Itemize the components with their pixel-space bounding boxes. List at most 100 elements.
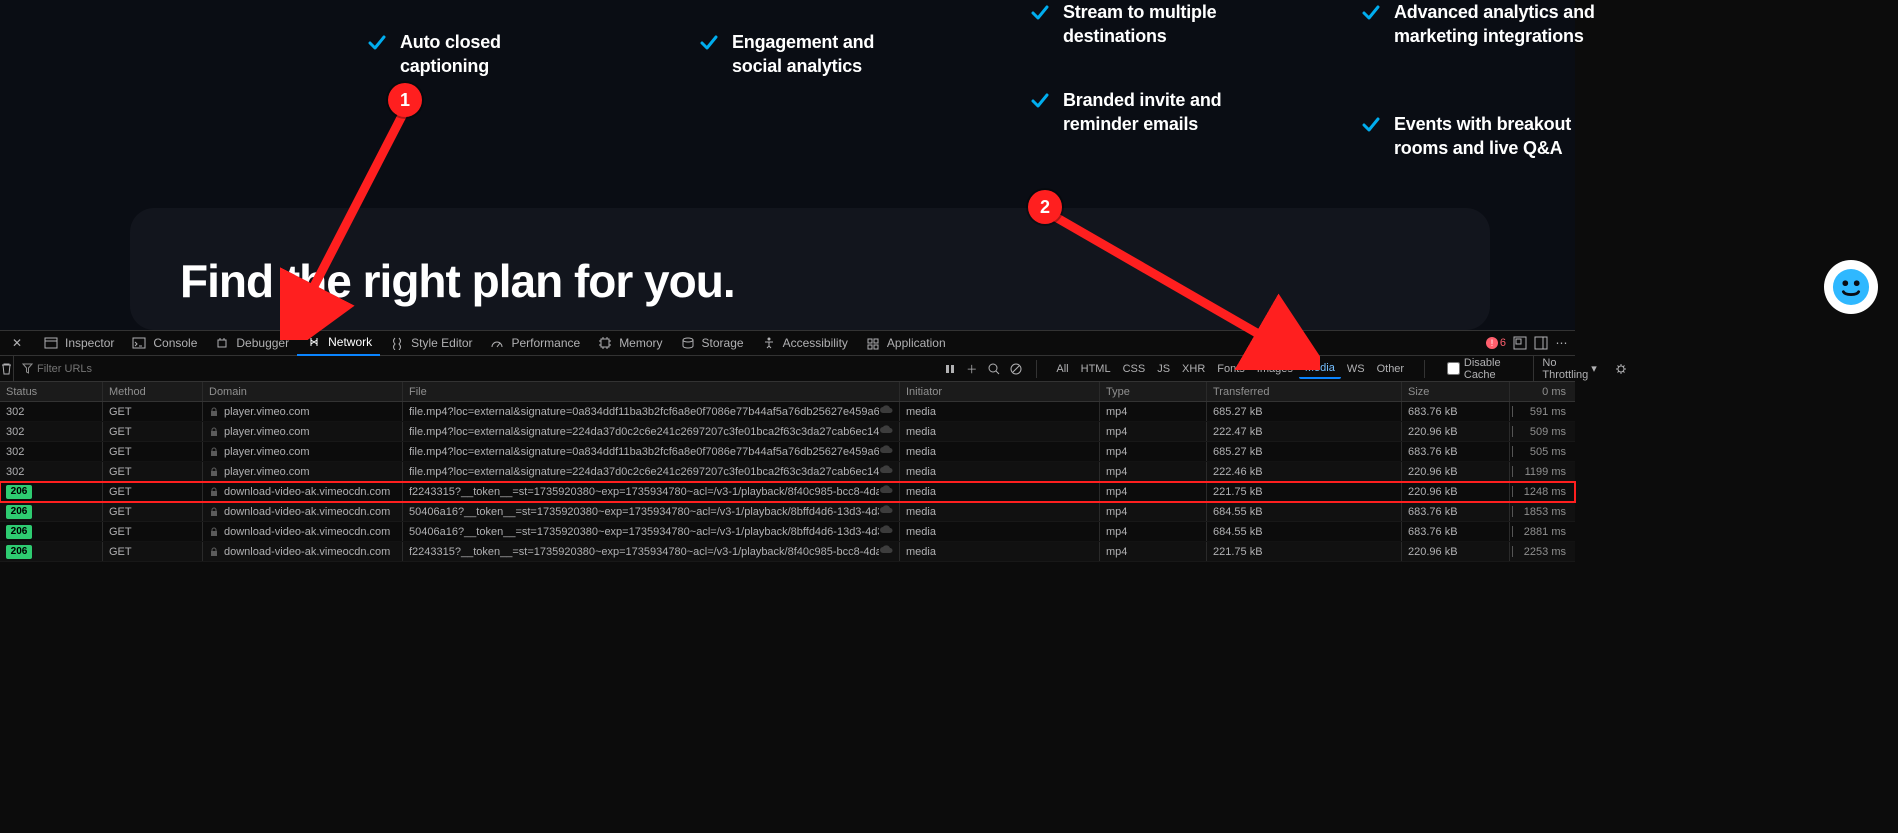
cloud-icon <box>879 405 893 415</box>
cell-method: GET <box>103 482 203 501</box>
performance-icon <box>488 336 506 350</box>
block-button[interactable] <box>1010 361 1022 376</box>
filter-type-fonts[interactable]: Fonts <box>1211 359 1251 379</box>
filter-type-all[interactable]: All <box>1050 359 1074 379</box>
panel-tab-label: Application <box>887 336 946 350</box>
panel-tab-storage[interactable]: Storage <box>671 330 752 356</box>
close-devtools-button[interactable]: ✕ <box>0 330 34 356</box>
panel-tab-style-editor[interactable]: Style Editor <box>380 330 480 356</box>
table-row[interactable]: 302GETplayer.vimeo.comfile.mp4?loc=exter… <box>0 462 1575 482</box>
search-button[interactable] <box>988 361 1000 376</box>
clear-requests-button[interactable] <box>0 356 14 382</box>
disable-cache-toggle[interactable]: Disable Cache <box>1439 357 1524 381</box>
har-settings-button[interactable] <box>1615 361 1627 376</box>
cell-method: GET <box>103 522 203 541</box>
filter-type-media[interactable]: Media <box>1299 359 1341 379</box>
panel-tab-memory[interactable]: Memory <box>588 330 670 356</box>
table-row[interactable]: 206GETdownload-video-ak.vimeocdn.com5040… <box>0 522 1575 542</box>
col-transferred[interactable]: Transferred <box>1207 382 1402 401</box>
network-icon <box>305 335 323 349</box>
col-time[interactable]: 0 ms <box>1510 382 1572 401</box>
cell-initiator: media <box>900 542 1100 561</box>
cell-initiator: media <box>900 462 1100 481</box>
cloud-icon <box>879 505 893 515</box>
panel-tab-performance[interactable]: Performance <box>480 330 588 356</box>
cell-size: 683.76 kB <box>1402 402 1510 421</box>
table-row[interactable]: 302GETplayer.vimeo.comfile.mp4?loc=exter… <box>0 442 1575 462</box>
col-type[interactable]: Type <box>1100 382 1207 401</box>
error-icon: ! <box>1486 337 1498 349</box>
col-file[interactable]: File <box>403 382 900 401</box>
panel-tab-label: Accessibility <box>783 336 848 350</box>
cell-initiator: media <box>900 482 1100 501</box>
network-table-header: Status Method Domain File Initiator Type… <box>0 382 1575 402</box>
perk-text: Engagement and social analytics <box>732 30 908 78</box>
disable-cache-checkbox[interactable] <box>1447 362 1460 375</box>
filter-type-other[interactable]: Other <box>1371 359 1411 379</box>
perk-item: Advanced analytics and marketing integra… <box>1360 0 1610 48</box>
avatar-icon <box>1832 268 1870 306</box>
table-row[interactable]: 302GETplayer.vimeo.comfile.mp4?loc=exter… <box>0 402 1575 422</box>
table-row[interactable]: 206GETdownload-video-ak.vimeocdn.com5040… <box>0 502 1575 522</box>
devtools-panel-tabs: ✕ InspectorConsoleDebuggerNetworkStyle E… <box>0 330 1575 356</box>
cell-time: 2253 ms <box>1510 542 1572 561</box>
filter-type-js[interactable]: JS <box>1151 359 1176 379</box>
perk-item: Auto closed captioning <box>366 30 556 78</box>
pause-button[interactable] <box>944 361 956 376</box>
cell-method: GET <box>103 422 203 441</box>
filter-urls-input[interactable] <box>37 363 237 375</box>
cell-time: 509 ms <box>1510 422 1572 441</box>
cell-time: 2881 ms <box>1510 522 1572 541</box>
col-size[interactable]: Size <box>1402 382 1510 401</box>
dock-side-button[interactable] <box>1533 336 1548 351</box>
cell-time: 1199 ms <box>1510 462 1572 481</box>
panel-tab-accessibility[interactable]: Accessibility <box>752 330 856 356</box>
panel-tab-inspector[interactable]: Inspector <box>34 330 122 356</box>
panel-tab-application[interactable]: Application <box>856 330 954 356</box>
cell-transferred: 222.47 kB <box>1207 422 1402 441</box>
hero-area: Auto closed captioning Engagement and soc… <box>0 0 1575 330</box>
filter-type-ws[interactable]: WS <box>1341 359 1371 379</box>
panel-tab-label: Storage <box>702 336 744 350</box>
filter-type-html[interactable]: HTML <box>1075 359 1117 379</box>
cell-method: GET <box>103 502 203 521</box>
cell-type: mp4 <box>1100 442 1207 461</box>
funnel-icon <box>22 363 33 374</box>
col-method[interactable]: Method <box>103 382 203 401</box>
add-request-button[interactable]: ＋ <box>966 361 978 376</box>
panel-tab-network[interactable]: Network <box>297 330 380 356</box>
cell-type: mp4 <box>1100 422 1207 441</box>
hero-heading: Find the right plan for you. <box>180 254 735 308</box>
perk-text: Advanced analytics and marketing integra… <box>1394 0 1610 48</box>
table-row[interactable]: 302GETplayer.vimeo.comfile.mp4?loc=exter… <box>0 422 1575 442</box>
help-avatar-button[interactable] <box>1824 260 1878 314</box>
cell-file: f2243315?__token__=st=1735920380~exp=173… <box>403 542 900 561</box>
cell-status: 206 <box>0 542 103 561</box>
cell-initiator: media <box>900 522 1100 541</box>
table-row[interactable]: 206GETdownload-video-ak.vimeocdn.comf224… <box>0 542 1575 562</box>
perk-item: Stream to multiple destinations <box>1029 0 1239 48</box>
filter-type-xhr[interactable]: XHR <box>1176 359 1211 379</box>
panel-tab-label: Performance <box>511 336 580 350</box>
filter-type-images[interactable]: Images <box>1251 359 1299 379</box>
filter-urls-field[interactable] <box>14 356 944 382</box>
cell-size: 220.96 kB <box>1402 462 1510 481</box>
table-row[interactable]: 206GETdownload-video-ak.vimeocdn.comf224… <box>0 482 1575 502</box>
cell-method: GET <box>103 442 203 461</box>
error-count-badge[interactable]: ! 6 <box>1486 337 1506 349</box>
col-domain[interactable]: Domain <box>203 382 403 401</box>
cell-type: mp4 <box>1100 542 1207 561</box>
cloud-icon <box>879 445 893 455</box>
cell-size: 220.96 kB <box>1402 542 1510 561</box>
panel-tab-console[interactable]: Console <box>122 330 205 356</box>
throttling-dropdown[interactable]: No Throttling ▾ <box>1533 356 1604 382</box>
filter-type-css[interactable]: CSS <box>1117 359 1152 379</box>
lock-icon <box>209 547 219 557</box>
panel-tab-debugger[interactable]: Debugger <box>205 330 297 356</box>
iframe-picker-button[interactable] <box>1512 336 1527 351</box>
col-initiator[interactable]: Initiator <box>900 382 1100 401</box>
check-icon <box>698 32 720 54</box>
col-status[interactable]: Status <box>0 382 103 401</box>
more-options-button[interactable]: ⋯ <box>1554 336 1569 351</box>
perk-text: Stream to multiple destinations <box>1063 0 1239 48</box>
